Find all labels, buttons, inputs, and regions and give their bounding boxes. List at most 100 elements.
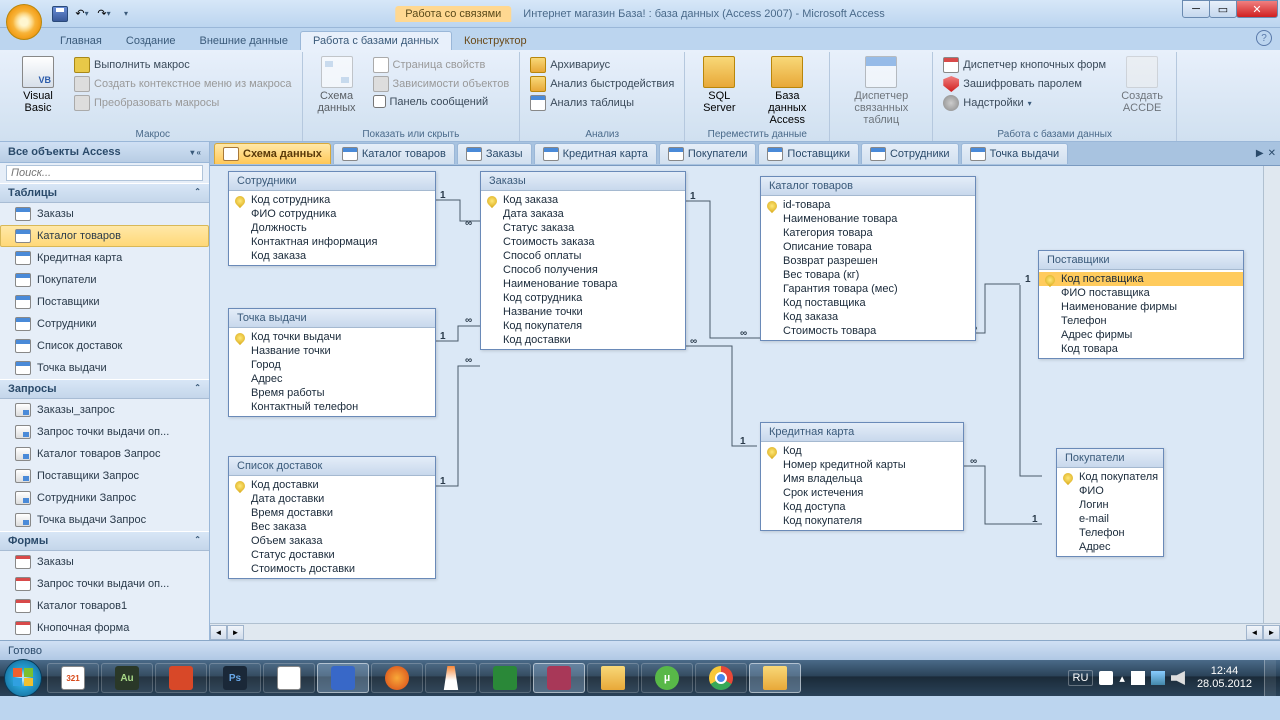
nav-item[interactable]: Кредитная карта — [0, 247, 209, 269]
task-word[interactable] — [317, 663, 369, 693]
msgbar-button[interactable]: Панель сообщений — [369, 94, 514, 109]
nav-item[interactable]: Сотрудники — [0, 313, 209, 335]
v-scrollbar[interactable] — [1263, 166, 1280, 623]
field-row[interactable]: Описание товара — [761, 240, 975, 254]
entity-card[interactable]: Кредитная картаКодНомер кредитной картыИ… — [760, 422, 964, 531]
task-excel[interactable] — [479, 663, 531, 693]
conv-macro-button[interactable]: Преобразовать макросы — [70, 94, 296, 112]
save-button[interactable] — [50, 4, 70, 24]
run-macro-button[interactable]: Выполнить макрос — [70, 56, 296, 74]
h-scrollbar[interactable]: ◄►◄► — [210, 623, 1280, 640]
nav-item[interactable]: Запрос точки выдачи оп... — [0, 421, 209, 443]
nav-item[interactable]: Точка выдачи Запрос — [0, 509, 209, 531]
qat-customize[interactable]: ▾ — [116, 4, 136, 24]
nav-item[interactable]: Список доставок — [0, 335, 209, 357]
task-folder1[interactable] — [587, 663, 639, 693]
task-utorrent[interactable]: µ — [641, 663, 693, 693]
undo-button[interactable]: ↶▾ — [72, 4, 92, 24]
field-row[interactable]: Телефон — [1057, 526, 1163, 540]
field-row[interactable]: Код сотрудника — [481, 291, 685, 305]
field-row[interactable]: Должность — [229, 221, 435, 235]
minimize-button[interactable]: ─ — [1182, 0, 1210, 18]
nav-group-tables[interactable]: Таблицы⌃ — [0, 183, 209, 203]
task-photoshop[interactable]: Ps — [209, 663, 261, 693]
field-row[interactable]: e-mail — [1057, 512, 1163, 526]
nav-item[interactable]: Каталог товаров1 — [0, 595, 209, 617]
linked-mgr-button[interactable]: Диспетчер связанных таблиц — [836, 54, 926, 139]
entity-orders[interactable]: ЗаказыКод заказаДата заказаСтатус заказа… — [480, 171, 686, 350]
entity-employees[interactable]: СотрудникиКод сотрудникаФИО сотрудникаДо… — [228, 171, 436, 266]
field-row[interactable]: Код заказа — [761, 310, 975, 324]
field-row[interactable]: Номер кредитной карты — [761, 458, 963, 472]
field-row[interactable]: Вес товара (кг) — [761, 268, 975, 282]
field-row[interactable]: Наименование фирмы — [1039, 300, 1243, 314]
field-row[interactable]: Дата доставки — [229, 492, 435, 506]
archiv-button[interactable]: Архивариус — [526, 56, 678, 74]
lang-indicator[interactable]: RU — [1068, 670, 1094, 686]
field-row[interactable]: Стоимость товара — [761, 324, 975, 338]
schema-button[interactable]: Схема данных — [309, 54, 365, 139]
field-row[interactable]: Логин — [1057, 498, 1163, 512]
switchboard-button[interactable]: Диспетчер кнопочных форм — [939, 56, 1110, 74]
volume-icon[interactable] — [1171, 671, 1185, 685]
field-row[interactable]: Код точки выдачи — [229, 330, 435, 344]
entity-header[interactable]: Кредитная карта — [761, 423, 963, 442]
field-row[interactable]: Название точки — [481, 305, 685, 319]
field-row[interactable]: Код поставщика — [761, 296, 975, 310]
doc-tab[interactable]: Сотрудники — [861, 143, 959, 164]
task-chrome[interactable] — [695, 663, 747, 693]
field-row[interactable]: Статус доставки — [229, 548, 435, 562]
nav-item[interactable]: Точка выдачи — [0, 357, 209, 379]
flag-icon[interactable] — [1131, 671, 1145, 685]
field-row[interactable]: Код — [761, 444, 963, 458]
accde-button[interactable]: Создать ACCDE — [1114, 54, 1170, 139]
addins-button[interactable]: Надстройки ▾ — [939, 94, 1110, 112]
maximize-button[interactable]: ▭ — [1209, 0, 1237, 18]
field-row[interactable]: Название точки — [229, 344, 435, 358]
field-row[interactable]: Стоимость заказа — [481, 235, 685, 249]
nav-item[interactable]: Кнопочная форма — [0, 617, 209, 639]
task-access[interactable] — [533, 663, 585, 693]
nav-item[interactable]: Заказы_запрос — [0, 399, 209, 421]
field-row[interactable]: Срок истечения — [761, 486, 963, 500]
show-desktop[interactable] — [1264, 660, 1276, 696]
tab-constructor[interactable]: Конструктор — [452, 32, 539, 50]
close-tab-icon[interactable]: ✕ — [1268, 148, 1276, 159]
field-row[interactable]: Время доставки — [229, 506, 435, 520]
office-orb[interactable] — [6, 4, 42, 40]
field-row[interactable]: Дата заказа — [481, 207, 685, 221]
field-row[interactable]: Категория товара — [761, 226, 975, 240]
task-vlc[interactable] — [425, 663, 477, 693]
nav-item[interactable]: Поставщики Запрос — [0, 465, 209, 487]
field-row[interactable]: Время работы — [229, 386, 435, 400]
network-icon[interactable] — [1151, 671, 1165, 685]
field-row[interactable]: Код покупателя — [481, 319, 685, 333]
field-row[interactable]: Код покупателя — [761, 514, 963, 528]
doc-tab[interactable]: Поставщики — [758, 143, 859, 164]
tab-external[interactable]: Внешние данные — [188, 32, 300, 50]
nav-group-forms[interactable]: Формы⌃ — [0, 531, 209, 551]
field-row[interactable]: Город — [229, 358, 435, 372]
task-powerpoint[interactable] — [155, 663, 207, 693]
doc-tab[interactable]: Каталог товаров — [333, 143, 455, 164]
nav-item[interactable]: Заказы — [0, 551, 209, 573]
analyze-table-button[interactable]: Анализ таблицы — [526, 94, 678, 112]
perf-button[interactable]: Анализ быстродействия — [526, 75, 678, 93]
accdb-button[interactable]: База данных Access — [751, 54, 823, 139]
entity-delivery[interactable]: Список доставокКод доставкиДата доставки… — [228, 456, 436, 579]
field-row[interactable]: Объем заказа — [229, 534, 435, 548]
field-row[interactable]: Наименование товара — [761, 212, 975, 226]
task-onenote[interactable] — [263, 663, 315, 693]
relationships-canvas[interactable]: 1∞ 1∞ 1∞ 1∞ ∞1 ∞1 ∞1 СотрудникиКод сотру… — [210, 166, 1280, 640]
doc-tab[interactable]: Точка выдачи — [961, 143, 1069, 164]
entity-header[interactable]: Заказы — [481, 172, 685, 191]
deps-button[interactable]: Зависимости объектов — [369, 75, 514, 93]
entity-header[interactable]: Точка выдачи — [229, 309, 435, 328]
task-mpc[interactable]: 321 — [47, 663, 99, 693]
start-button[interactable] — [4, 659, 42, 697]
visual-basic-button[interactable]: VB Visual Basic — [10, 54, 66, 139]
nav-item[interactable]: Запрос точки выдачи оп... — [0, 573, 209, 595]
field-row[interactable]: Стоимость доставки — [229, 562, 435, 576]
field-row[interactable]: Способ оплаты — [481, 249, 685, 263]
encrypt-button[interactable]: Зашифровать паролем — [939, 75, 1110, 93]
